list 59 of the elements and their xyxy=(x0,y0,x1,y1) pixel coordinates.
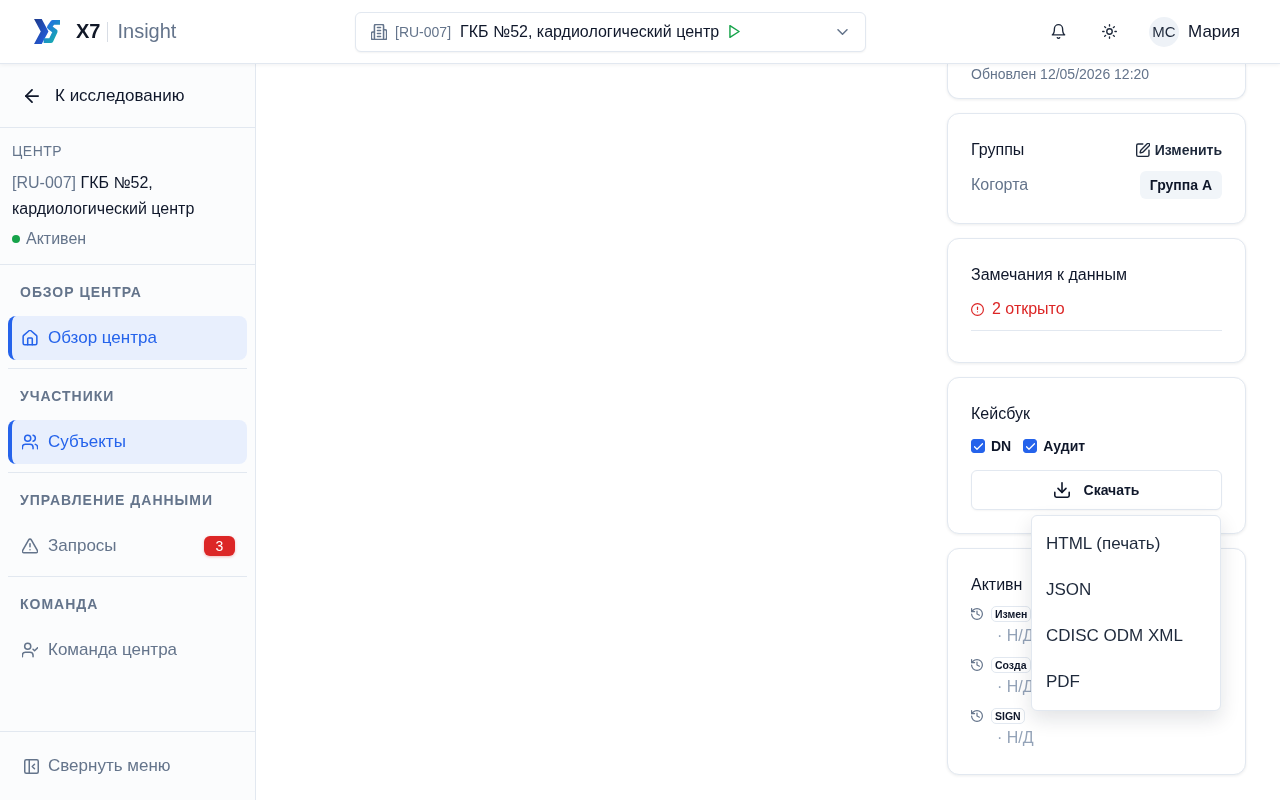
history-icon xyxy=(971,608,983,620)
product-name: Insight xyxy=(117,20,177,43)
alert-circle-icon xyxy=(971,302,984,316)
card-title: Замечания к данным xyxy=(971,265,1127,285)
menu-item[interactable]: PDF xyxy=(1032,659,1220,705)
bell-icon xyxy=(1050,24,1066,39)
checkbox-label: Аудит xyxy=(1043,438,1086,454)
site-title: [RU-007] ГКБ №52, кардиологический центр xyxy=(12,173,196,219)
users-icon xyxy=(22,434,38,450)
home-icon xyxy=(22,330,38,346)
avatar: МС xyxy=(1149,16,1180,47)
warning-icon xyxy=(22,538,38,554)
checkbox-label: DN xyxy=(991,438,1012,454)
updated-text: Обновлен 12/05/2026 12:20 xyxy=(971,65,1150,84)
nav-section-title: ОБЗОР ЦЕНТРА xyxy=(20,283,142,301)
chevron-down-icon xyxy=(837,28,848,35)
open-notes-count: 2 открыто xyxy=(992,299,1065,319)
sidebar-collapse-icon xyxy=(24,758,39,774)
action-tag: SIGN xyxy=(991,708,1025,724)
field-label: Когорта xyxy=(971,176,1029,194)
card-title: Кейсбук xyxy=(971,404,1030,424)
collapse-button[interactable]: Свернуть меню xyxy=(24,756,171,776)
checkbox[interactable] xyxy=(1023,439,1038,453)
menu-item[interactable]: HTML (печать) xyxy=(1032,521,1220,567)
menu-item[interactable]: JSON xyxy=(1032,567,1220,613)
download-icon xyxy=(1053,482,1070,498)
menu-item[interactable]: CDISC ODM XML xyxy=(1032,613,1220,659)
status-text: Активен xyxy=(26,230,87,248)
nav-item[interactable]: Команда центра xyxy=(8,628,247,672)
arrow-left-icon xyxy=(25,88,39,103)
count-badge: 3 xyxy=(204,536,235,556)
section-label: ЦЕНТР xyxy=(12,142,63,160)
back-link[interactable]: К исследованию xyxy=(24,85,185,106)
site-selector[interactable]: [RU-007] ГКБ №52, кардиологический центр xyxy=(355,11,866,52)
nav-item[interactable]: Субъекты xyxy=(8,420,247,464)
action-tag: Измен xyxy=(991,606,1032,622)
sun-icon xyxy=(1101,24,1117,39)
edit-icon xyxy=(1135,143,1150,157)
history-icon xyxy=(971,710,983,722)
brand-name: X7 xyxy=(76,20,101,43)
play-icon xyxy=(729,25,741,38)
user-menu[interactable]: МС Мария xyxy=(1149,16,1240,47)
nav-section-title: УПРАВЛЕНИЕ ДАННЫМИ xyxy=(20,491,214,509)
download-button[interactable]: Скачать xyxy=(971,470,1222,510)
nav-item[interactable]: Обзор центра xyxy=(8,316,247,360)
action-tag: Созда xyxy=(991,657,1031,673)
entry-detail: · Н/Д xyxy=(997,728,1034,748)
logo-icon xyxy=(34,19,61,44)
building-icon xyxy=(371,23,387,40)
edit-button[interactable]: Изменить xyxy=(1127,139,1230,161)
card-title: Группы xyxy=(971,140,1025,160)
group-tag: Группа A xyxy=(1139,171,1222,199)
checkbox[interactable] xyxy=(971,439,985,453)
history-icon xyxy=(971,659,983,671)
nav-section-title: КОМАНДА xyxy=(20,595,99,613)
card-title: Активн xyxy=(971,575,1023,595)
nav-section-title: УЧАСТНИКИ xyxy=(20,387,115,405)
user-check-icon xyxy=(22,642,38,658)
nav-item[interactable]: Запросы 3 xyxy=(8,524,247,568)
